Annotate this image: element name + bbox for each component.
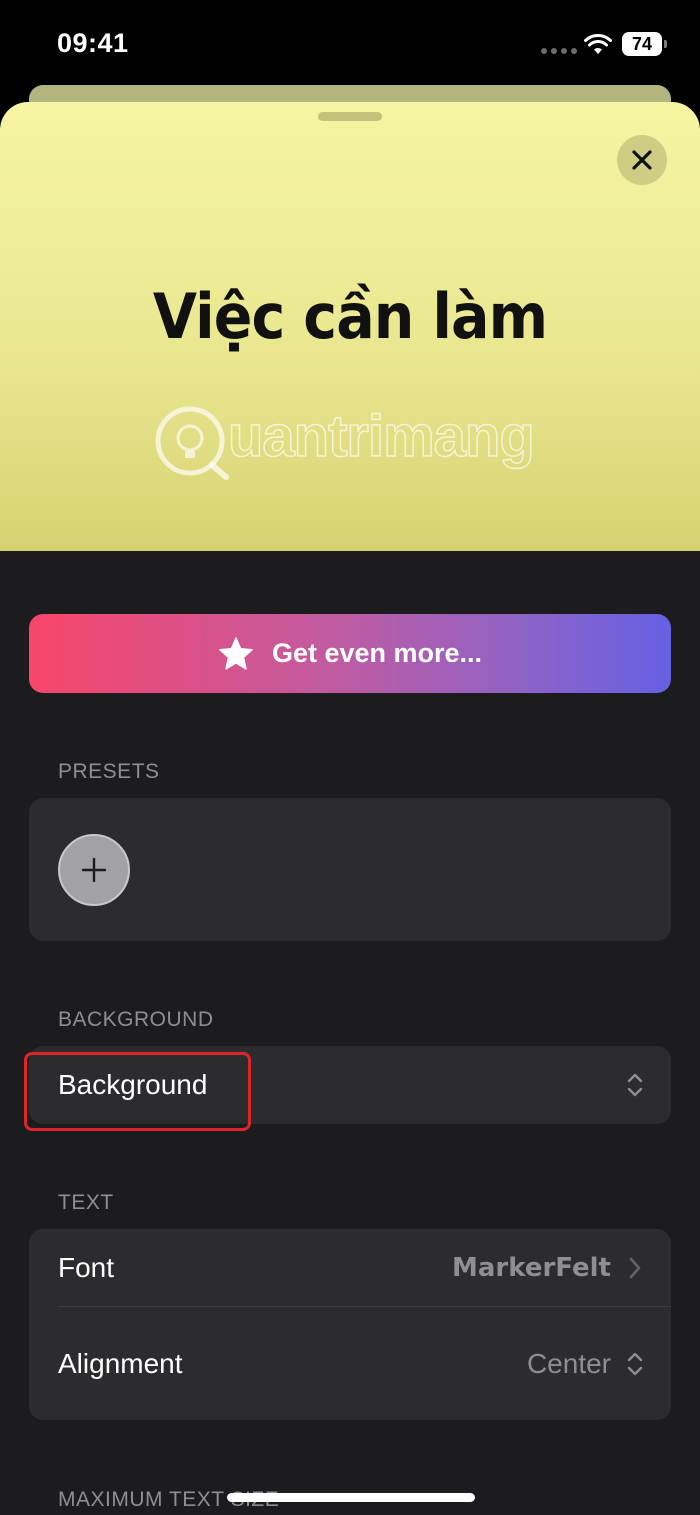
font-row-label: Font [58,1252,115,1283]
background-section-label: BACKGROUND [58,1008,214,1031]
status-time: 09:41 [57,28,129,58]
widget-preview: Việc cần làm uantrimang [0,102,700,551]
row-divider [58,1306,671,1307]
watermark-text: uantrimang [227,403,535,470]
text-group: Font MarkerFelt Alignment Center [29,1229,671,1420]
battery-indicator: 74 [622,32,662,56]
alignment-row[interactable]: Alignment Center [29,1325,671,1403]
plus-icon [81,857,107,883]
chevron-right-icon [629,1257,641,1279]
font-row[interactable]: Font MarkerFelt [29,1229,671,1307]
add-preset-button[interactable] [58,834,130,906]
watermark-logo: uantrimang [152,397,552,492]
close-icon [632,150,652,170]
sheet-grabber[interactable] [318,112,382,121]
get-more-label: Get even more... [271,638,483,668]
wifi-icon [584,34,612,54]
cellular-signal-icon [541,48,577,54]
lightbulb-logo-icon [155,406,229,480]
font-row-value: MarkerFelt [452,1253,611,1283]
alignment-row-value: Center [526,1348,611,1379]
text-section-label: TEXT [58,1191,114,1214]
widget-editor-sheet: Việc cần làm uantrimang Get even more...… [0,102,700,1515]
close-button[interactable] [617,135,667,185]
status-bar: 09:41 74 [0,0,700,88]
highlight-annotation [24,1052,251,1131]
chevron-up-down-icon [627,1352,643,1376]
get-more-button[interactable]: Get even more... [29,614,671,693]
home-indicator[interactable] [227,1493,475,1502]
battery-cap [664,40,667,48]
presets-section-label: PRESETS [58,760,160,783]
preview-title: Việc cần làm [152,280,548,353]
star-icon [219,636,253,670]
alignment-row-label: Alignment [58,1348,183,1379]
chevron-up-down-icon [627,1073,643,1097]
presets-group [29,798,671,941]
